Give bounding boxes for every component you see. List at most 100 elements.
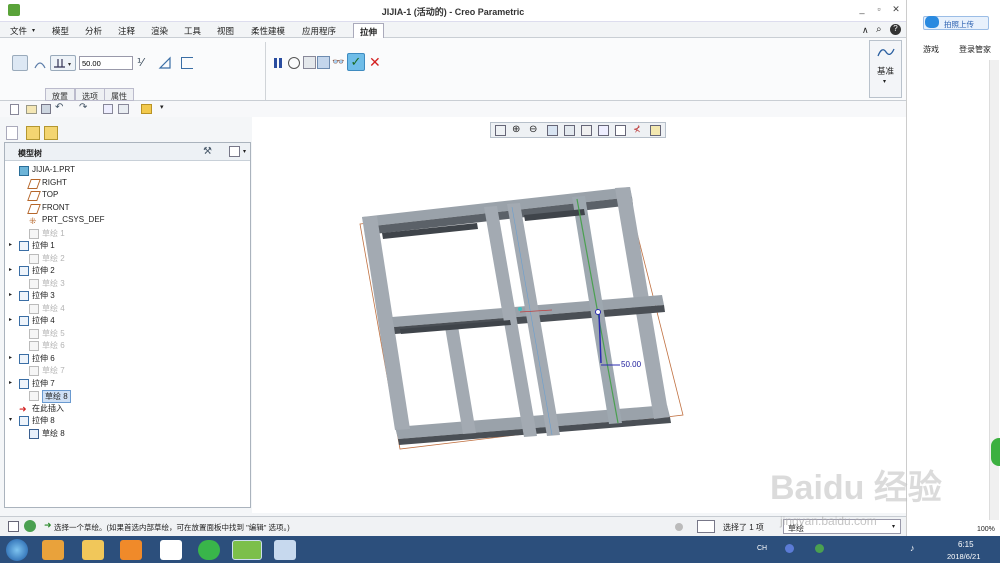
- tree-show-icon[interactable]: [229, 146, 240, 157]
- taskbar-paint-icon[interactable]: [274, 540, 296, 560]
- minimize-icon[interactable]: _: [855, 4, 869, 16]
- glasses-icon[interactable]: 👓: [332, 57, 344, 68]
- no-preview-icon[interactable]: [288, 57, 300, 69]
- saved-views-icon[interactable]: [581, 125, 592, 136]
- tray-icons[interactable]: ♪: [770, 543, 940, 555]
- solid-extrude-button[interactable]: [12, 55, 28, 71]
- folder-browser-tab-icon[interactable]: [44, 126, 58, 140]
- menu-analysis[interactable]: 分析: [85, 25, 102, 37]
- customize-toolbar-icon[interactable]: ▾: [160, 103, 164, 111]
- taskbar-media-icon[interactable]: [120, 540, 142, 560]
- tree-item[interactable]: 草绘 8: [5, 428, 245, 440]
- model-tree-tab-icon[interactable]: [6, 126, 18, 140]
- help-icon[interactable]: ?: [890, 24, 901, 35]
- menu-model[interactable]: 模型: [52, 25, 69, 37]
- menu-annotate[interactable]: 注释: [118, 25, 135, 37]
- green-badge-icon[interactable]: [991, 438, 1000, 466]
- datum-group[interactable]: 基准 ▾: [869, 40, 902, 98]
- collapse-ribbon-icon[interactable]: ∧: [862, 25, 869, 36]
- taskbar-browser-icon[interactable]: [42, 540, 64, 560]
- tree-item[interactable]: ▾ 拉伸 8: [5, 415, 245, 427]
- zoom-out-icon[interactable]: ⊖: [529, 124, 537, 135]
- clock-time[interactable]: 6:15: [958, 540, 974, 549]
- preview-icon[interactable]: [303, 56, 316, 69]
- search-icon[interactable]: ⌕: [876, 24, 882, 35]
- selection-tool-icon[interactable]: [697, 520, 715, 533]
- expand-arrow-icon[interactable]: ▸: [9, 266, 12, 273]
- tree-item[interactable]: ▸ 拉伸 2: [5, 265, 245, 277]
- tree-item[interactable]: ▸ 拉伸 1: [5, 240, 245, 252]
- display-style-icon[interactable]: [564, 125, 575, 136]
- tree-item[interactable]: JIJIA-1.PRT: [5, 165, 245, 177]
- menu-view[interactable]: 视图: [217, 25, 234, 37]
- games-label[interactable]: 游戏: [923, 44, 939, 55]
- expand-arrow-icon[interactable]: ▸: [9, 241, 12, 248]
- maximize-icon[interactable]: ▫: [872, 4, 886, 16]
- tree-item[interactable]: FRONT: [5, 203, 245, 215]
- undo-icon[interactable]: ↶: [55, 102, 63, 113]
- tree-item[interactable]: ▸ 拉伸 3: [5, 290, 245, 302]
- cancel-button[interactable]: ✕: [369, 54, 381, 71]
- tree-item[interactable]: 草绘 7: [5, 365, 245, 377]
- tree-item[interactable]: 草绘 2: [5, 253, 245, 265]
- remove-material-icon[interactable]: [158, 56, 172, 70]
- expanded-arrow-icon[interactable]: ▾: [9, 416, 12, 423]
- ok-button[interactable]: ✓: [347, 53, 365, 71]
- tree-item[interactable]: ➜ 在此插入: [5, 403, 245, 415]
- taskbar-explorer-icon[interactable]: [82, 540, 104, 560]
- tree-item[interactable]: ▸ 拉伸 6: [5, 353, 245, 365]
- menu-tools[interactable]: 工具: [184, 25, 201, 37]
- verify-icon[interactable]: [317, 56, 330, 69]
- regenerate-icon[interactable]: [103, 104, 113, 114]
- tree-item[interactable]: 草绘 5: [5, 328, 245, 340]
- flip-direction-icon[interactable]: ⅟: [137, 56, 143, 69]
- tree-item[interactable]: 草绘 1: [5, 228, 245, 240]
- navigator-toggle-icon[interactable]: [8, 521, 19, 532]
- language-indicator[interactable]: CH: [757, 545, 767, 552]
- tab-extrude[interactable]: 拉伸: [353, 23, 385, 38]
- annotation-display-icon[interactable]: [650, 125, 661, 136]
- tree-item[interactable]: 草绘 3: [5, 278, 245, 290]
- repaint-icon[interactable]: [547, 125, 558, 136]
- tab-options[interactable]: 选项: [75, 88, 105, 101]
- close-window-icon[interactable]: [141, 104, 152, 114]
- tree-item[interactable]: 草绘 8: [5, 390, 245, 403]
- menu-flexible-modeling[interactable]: 柔性建模: [251, 25, 285, 37]
- datum-display-icon[interactable]: ⊀: [633, 124, 641, 135]
- taskbar-baidu-cloud-icon[interactable]: [160, 540, 182, 560]
- menu-render[interactable]: 渲染: [151, 25, 168, 37]
- select-filter-toggle-icon[interactable]: [675, 523, 683, 531]
- zoom-in-icon[interactable]: ⊕: [512, 124, 520, 135]
- baidu-cloud-icon[interactable]: [925, 16, 939, 28]
- tree-item[interactable]: 草绘 6: [5, 340, 245, 352]
- expand-arrow-icon[interactable]: ▸: [9, 354, 12, 361]
- close-icon[interactable]: ✕: [889, 4, 903, 16]
- taskbar-creo-icon[interactable]: [232, 540, 262, 560]
- tree-item[interactable]: ⁜ PRT_CSYS_DEF: [5, 215, 245, 227]
- surface-extrude-button[interactable]: [31, 55, 47, 71]
- tree-item[interactable]: ▸ 拉伸 7: [5, 378, 245, 390]
- tree-item[interactable]: RIGHT: [5, 178, 245, 190]
- tree-item[interactable]: ▸ 拉伸 4: [5, 315, 245, 327]
- tray-volume-icon[interactable]: ♪: [910, 543, 915, 553]
- tree-item[interactable]: TOP: [5, 190, 245, 202]
- tab-placement[interactable]: 放置: [45, 88, 75, 101]
- taskbar-360-icon[interactable]: [198, 540, 220, 560]
- login-label[interactable]: 登录管家: [959, 44, 991, 55]
- browser-toggle-icon[interactable]: [24, 520, 36, 532]
- redo-icon[interactable]: ↷: [79, 102, 87, 113]
- save-icon[interactable]: [41, 104, 51, 114]
- selected-count[interactable]: 选择了 1 项: [723, 522, 764, 533]
- menu-applications[interactable]: 应用程序: [302, 25, 336, 37]
- expand-arrow-icon[interactable]: ▸: [9, 379, 12, 386]
- thicken-sketch-icon[interactable]: [181, 57, 193, 69]
- tray-help-icon[interactable]: [785, 544, 794, 553]
- windows-icon[interactable]: [118, 104, 129, 114]
- tree-settings-icon[interactable]: ⚒: [203, 146, 212, 157]
- open-file-icon[interactable]: [26, 105, 37, 114]
- expand-arrow-icon[interactable]: ▸: [9, 291, 12, 298]
- perspective-icon[interactable]: [615, 125, 626, 136]
- refit-icon[interactable]: [495, 125, 506, 136]
- layer-tree-tab-icon[interactable]: [26, 126, 40, 140]
- depth-dimension-label[interactable]: 50.00: [621, 360, 641, 369]
